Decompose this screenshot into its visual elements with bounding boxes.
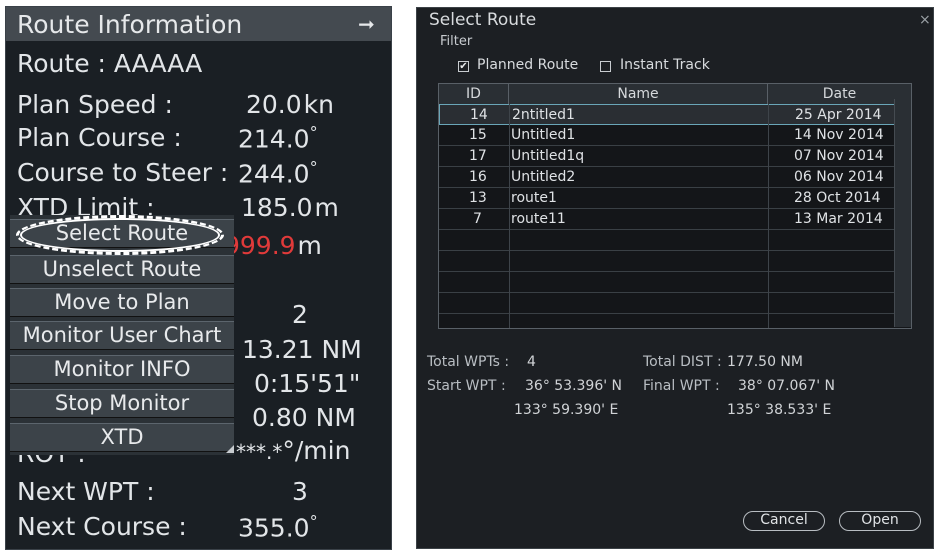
total-wpts-value: 4 — [527, 354, 536, 370]
start-wpt-label: Start WPT : — [427, 378, 506, 394]
course-to-steer-label: Course to Steer : — [17, 158, 229, 187]
menu-item-monitor-info[interactable]: Monitor INFO — [10, 355, 234, 384]
total-wpts-label: Total WPTs : — [427, 354, 510, 370]
cell-id: 7 — [473, 211, 482, 227]
cell-date: 07 Nov 2014 — [794, 148, 884, 164]
table-header: ID Name Date — [439, 84, 911, 104]
column-header-name[interactable]: Name — [509, 84, 768, 104]
menu-item-stop-monitor[interactable]: Stop Monitor — [10, 389, 234, 418]
plan-speed-value: 20.0 kn — [246, 90, 334, 119]
wpt-count-value: 2 — [292, 300, 308, 329]
column-divider — [509, 104, 510, 328]
plan-speed-label: Plan Speed : — [17, 90, 173, 119]
plan-course-label: Plan Course : — [17, 123, 182, 152]
filter-label: Filter — [440, 34, 473, 49]
next-course-label: Next Course : — [17, 512, 187, 541]
table-scrollbar[interactable] — [894, 99, 911, 327]
cell-date: 14 Nov 2014 — [794, 127, 884, 143]
plan-course-value: 214.0° — [238, 123, 318, 154]
cell-id: 15 — [469, 127, 487, 143]
cell-date: 06 Nov 2014 — [794, 169, 884, 185]
cell-name: route11 — [511, 211, 566, 227]
resize-corner-icon — [226, 445, 234, 453]
menu-item-move-to-plan[interactable]: Move to Plan — [10, 288, 234, 317]
cancel-button[interactable]: Cancel — [743, 511, 825, 531]
cell-id: 14 — [470, 107, 488, 123]
final-wpt-lat: 38° 07.067' N — [738, 378, 836, 394]
start-wpt-lat: 36° 53.396' N — [525, 378, 623, 394]
menu-item-xtd[interactable]: XTD — [10, 423, 234, 452]
cell-date: 13 Mar 2014 — [794, 211, 883, 227]
next-wpt-value: 3 — [292, 477, 308, 506]
xtd-limit-value: 185.0 m — [241, 193, 339, 222]
time-value: 0:15'51" — [254, 369, 361, 398]
cell-name: Untitled1 — [511, 127, 576, 143]
total-dist-value: 177.50 NM — [727, 354, 803, 370]
next-course-value: 355.0° — [238, 512, 318, 543]
arrow-right-icon[interactable]: ➞ — [358, 12, 375, 36]
final-wpt-lon: 135° 38.533' E — [727, 402, 832, 418]
column-header-id[interactable]: ID — [439, 84, 509, 104]
planned-route-label: Planned Route — [477, 57, 579, 73]
select-route-dialog: Select Route × Filter ✔ Planned Route In… — [416, 7, 934, 549]
menu-item-monitor-user-chart[interactable]: Monitor User Chart — [10, 321, 234, 350]
distance2-value: 0.80 NM — [252, 403, 356, 432]
close-icon[interactable]: × — [919, 12, 931, 28]
cell-id: 17 — [469, 148, 487, 164]
dialog-title: Select Route — [429, 10, 537, 30]
route-name: Route : AAAAA — [17, 49, 203, 78]
menu-item-unselect-route[interactable]: Unselect Route — [10, 255, 234, 284]
cell-id: 13 — [469, 190, 487, 206]
open-button[interactable]: Open — [839, 511, 921, 531]
cell-name: 2ntitled1 — [512, 107, 575, 123]
column-header-date[interactable]: Date — [768, 84, 911, 104]
cell-id: 16 — [469, 169, 487, 185]
final-wpt-label: Final WPT : — [643, 378, 720, 394]
distance-value: 13.21 NM — [242, 335, 362, 364]
xtd-value: 999.9 m — [224, 231, 322, 260]
next-wpt-label: Next WPT : — [17, 477, 155, 506]
total-dist-label: Total DIST : — [643, 354, 722, 370]
column-divider — [768, 104, 769, 328]
instant-track-label: Instant Track — [620, 57, 710, 73]
cell-date: 25 Apr 2014 — [795, 107, 882, 123]
cell-name: route1 — [511, 190, 557, 206]
route-table: ID Name Date 14 2ntitled1 25 Apr 2014 15… — [438, 83, 912, 329]
instant-track-checkbox[interactable] — [600, 61, 611, 72]
route-information-panel: Route Information ➞ Route : AAAAA Plan S… — [5, 6, 392, 550]
cell-name: Untitled1q — [511, 148, 585, 164]
cell-name: Untitled2 — [511, 169, 576, 185]
start-wpt-lon: 133° 59.390' E — [514, 402, 619, 418]
cell-date: 28 Oct 2014 — [794, 190, 881, 206]
highlight-ellipse-inner — [20, 218, 220, 252]
rot-value: ***.*°/min — [236, 436, 351, 465]
panel-title: Route Information — [17, 10, 243, 39]
course-to-steer-value: 244.0° — [238, 158, 318, 189]
planned-route-checkbox[interactable]: ✔ — [458, 61, 469, 72]
